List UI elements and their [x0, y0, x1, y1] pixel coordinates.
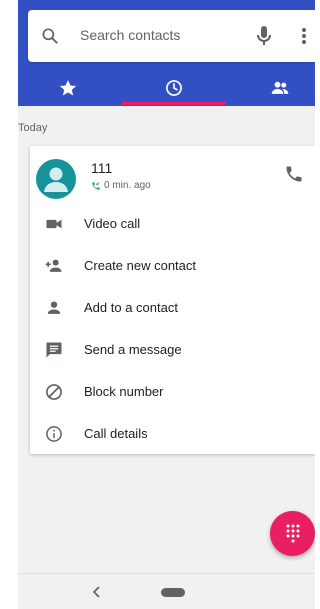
home-button[interactable] [161, 588, 185, 597]
action-label: Video call [84, 216, 141, 231]
block-number-action[interactable]: Block number [30, 371, 315, 413]
contact-number: 111 [91, 160, 113, 176]
action-label: Add to a contact [84, 300, 178, 315]
selected-tab-indicator [122, 102, 226, 105]
system-navigation-bar [18, 573, 315, 609]
more-options-icon[interactable] [296, 24, 312, 48]
app-header: Search contacts [18, 0, 315, 106]
avatar[interactable] [36, 159, 76, 199]
tab-bar [18, 70, 315, 106]
call-info: 0 min. ago [91, 180, 151, 191]
star-icon [59, 80, 76, 96]
send-message-action[interactable]: Send a message [30, 329, 315, 371]
clock-icon [165, 80, 182, 96]
dialer-app: Search contacts Today 111 0 min. ago Vid… [18, 0, 315, 609]
microphone-icon[interactable] [254, 24, 274, 48]
dialpad-icon [286, 524, 300, 543]
section-label-today: Today [18, 122, 48, 134]
action-label: Call details [84, 426, 148, 441]
dialpad-button[interactable] [270, 511, 315, 556]
info-icon [46, 426, 62, 442]
add-person-icon [45, 259, 62, 272]
incoming-call-icon [92, 181, 100, 190]
action-label: Block number [84, 384, 164, 399]
person-icon [47, 301, 61, 314]
action-label: Send a message [84, 342, 182, 357]
default-contact-icon [44, 167, 68, 192]
phone-icon[interactable] [284, 164, 304, 184]
search-input[interactable]: Search contacts [80, 27, 180, 43]
create-new-contact-action[interactable]: Create new contact [30, 245, 315, 287]
tab-recents[interactable] [124, 70, 223, 106]
back-icon[interactable] [90, 585, 104, 599]
tab-favorites[interactable] [18, 70, 117, 106]
message-icon [46, 342, 62, 358]
search-bar[interactable]: Search contacts [28, 10, 315, 62]
call-log-card: 111 0 min. ago Video call Create new con… [30, 146, 315, 454]
action-label: Create new contact [84, 258, 197, 273]
search-icon[interactable] [40, 26, 60, 46]
block-icon [46, 384, 62, 400]
call-details-action[interactable]: Call details [30, 413, 315, 455]
people-icon [271, 81, 288, 94]
video-call-action[interactable]: Video call [30, 203, 315, 245]
video-camera-icon [46, 219, 62, 229]
call-time: 0 min. ago [104, 180, 151, 191]
tab-contacts[interactable] [230, 70, 315, 106]
add-to-contact-action[interactable]: Add to a contact [30, 287, 315, 329]
